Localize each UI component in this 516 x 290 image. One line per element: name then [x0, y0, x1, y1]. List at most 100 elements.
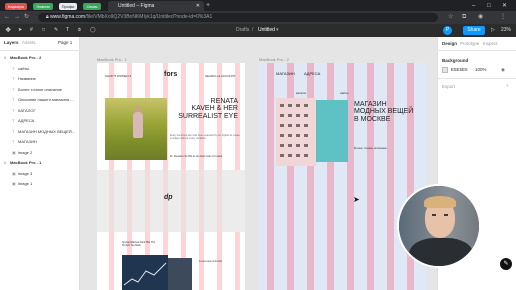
- file-name[interactable]: Untitled: [258, 24, 275, 37]
- extensions-icon[interactable]: ⧉: [462, 13, 466, 22]
- frame1-heading: RENATA KAVEH & HER SURREALIST EYE: [176, 98, 238, 120]
- zoom-level[interactable]: 23%: [501, 24, 511, 37]
- move-tool-icon[interactable]: ➤: [18, 24, 22, 37]
- field-image: [105, 98, 167, 160]
- figma-menu-icon[interactable]: ❖: [5, 24, 11, 37]
- frame-tool-icon[interactable]: #: [30, 24, 33, 37]
- frame1-heading-line-3: SURREALIST EYE: [178, 112, 238, 120]
- frame-label-2[interactable]: MacBook Pro - 2: [259, 57, 289, 62]
- layer-label: МАГАЗИН МОДНЫХ ВЕЩЕЙ...: [18, 128, 76, 134]
- frame4-desc: Более точное описание: [354, 146, 387, 150]
- tab-prototype[interactable]: Prototype: [460, 41, 479, 46]
- layer-item[interactable]: T МАГАЗИН: [12, 139, 37, 144]
- url-path: /file/VMbXo9Q2V3BnNKMIyk1q/Untitled?node…: [85, 14, 213, 20]
- frame1-nav-right: SEARCH ● ACCOUNT: [205, 74, 236, 78]
- layer-item[interactable]: ▣ image 2: [12, 150, 32, 155]
- eye-icon[interactable]: ◉: [501, 67, 505, 73]
- share-button[interactable]: Share: [463, 26, 485, 35]
- bookmark-0[interactable]: Карьера: [5, 3, 27, 10]
- layer-item[interactable]: # MacBook Pro - 2: [4, 55, 41, 60]
- layer-type-icon: #: [4, 55, 7, 60]
- layer-type-icon: T: [12, 128, 15, 134]
- tab-inspect[interactable]: Inspect: [483, 41, 498, 46]
- webcam-overlay: [397, 184, 481, 268]
- breadcrumb-project[interactable]: Drafts: [236, 24, 249, 37]
- layer-item[interactable]: T Более точное описание: [12, 87, 62, 92]
- layer-item[interactable]: T МАГАЗИН МОДНЫХ ВЕЩЕЙ...: [12, 129, 75, 134]
- frame4-heading-line-2: МОДНЫХ ВЕЩЕЙ: [354, 108, 414, 116]
- layer-type-icon: ▣: [12, 149, 16, 155]
- forward-icon[interactable]: →: [14, 13, 20, 22]
- layer-label: Более точное описание: [18, 86, 62, 92]
- star-icon[interactable]: ☆: [448, 13, 453, 22]
- shape-tool-icon[interactable]: □: [42, 24, 45, 37]
- layer-item[interactable]: T АДРЕСА: [12, 118, 34, 123]
- layer-type-icon: T: [12, 86, 15, 92]
- tab-assets[interactable]: Assets: [22, 40, 36, 45]
- text-tool-icon[interactable]: T: [66, 24, 69, 37]
- avatar[interactable]: P: [443, 26, 452, 35]
- add-export-icon[interactable]: +: [506, 83, 509, 88]
- bookmark-3[interactable]: Связь: [83, 3, 101, 10]
- layer-item[interactable]: T Название: [12, 76, 36, 81]
- bg-color-swatch[interactable]: [442, 67, 448, 73]
- back-icon[interactable]: ←: [4, 13, 10, 22]
- layer-type-icon: ▣: [12, 181, 16, 186]
- frame2-logo: dp: [164, 194, 173, 201]
- frame4-nav-shop: МАГАЗИН: [276, 71, 295, 76]
- url-field[interactable]: 🔒︎ www.figma.com/file/VMbXo9Q2V3BnNKMIyk…: [38, 13, 438, 22]
- layer-label: Название: [18, 76, 36, 81]
- layer-label: image 3: [18, 170, 33, 176]
- frame-label-1[interactable]: MacBook Pro - 1: [97, 57, 127, 62]
- layer-type-icon: T: [12, 139, 15, 144]
- tab-layers[interactable]: Layers: [4, 40, 19, 45]
- layer-item[interactable]: # MacBook Pro - 1: [4, 160, 41, 165]
- comment-tool-icon[interactable]: ◯: [90, 24, 96, 37]
- layer-item[interactable]: Tсайты: [12, 66, 29, 71]
- chart-image: [122, 255, 168, 290]
- layer-label: АДРЕСА: [18, 118, 35, 123]
- layer-item[interactable]: T КАТАЛОГ: [12, 108, 36, 113]
- tab-design[interactable]: Design: [442, 41, 457, 46]
- maximize-icon[interactable]: □: [487, 1, 491, 11]
- chevron-down-icon[interactable]: ▾: [276, 24, 279, 37]
- layer-type-icon: ▣: [12, 170, 16, 176]
- profile-icon[interactable]: ◉: [478, 13, 483, 22]
- browser-tab[interactable]: Untitled – Figma ✕: [108, 1, 204, 11]
- layer-label: image 2: [18, 149, 33, 155]
- pen-tool-icon[interactable]: ✎: [54, 24, 58, 37]
- play-icon[interactable]: ▷: [491, 24, 495, 37]
- people-image: [168, 258, 192, 290]
- layer-item[interactable]: T Описание нашего магазина ...: [12, 97, 74, 102]
- frame4-heading: МАГАЗИН МОДНЫХ ВЕЩЕЙ В МОСКВЕ: [354, 101, 413, 123]
- frame4-nav-addresses: АДРЕСА: [304, 71, 321, 76]
- minimize-icon[interactable]: –: [472, 1, 475, 11]
- breadcrumb-separator: /: [252, 27, 254, 33]
- chat-bubble-icon[interactable]: ✎: [500, 258, 512, 270]
- page-selector[interactable]: Page 1: [58, 40, 72, 45]
- close-tab-icon[interactable]: ✕: [196, 1, 200, 11]
- layer-item[interactable]: ▣ image 1: [12, 181, 32, 186]
- layer-label: MacBook Pro - 1: [10, 160, 42, 165]
- reload-icon[interactable]: ↻: [24, 13, 29, 22]
- rpanel-divider-2: [437, 78, 516, 79]
- new-tab-icon[interactable]: +: [206, 1, 210, 11]
- bg-opacity-input[interactable]: 100%: [475, 67, 487, 72]
- menu-icon[interactable]: ⋮: [500, 13, 506, 22]
- bookmark-2[interactable]: Профи: [59, 3, 77, 10]
- layer-item[interactable]: ▣ image 3: [12, 171, 32, 176]
- frame1-caption: Dr. Renata's GLOW as the Dark side of Cr…: [170, 155, 223, 158]
- layer-label: МАГАЗИН: [18, 139, 37, 144]
- frame-grey[interactable]: [97, 170, 245, 232]
- bg-hex-input[interactable]: E5E5E5: [451, 67, 468, 72]
- frame1-heading-line-1: RENATA: [210, 98, 238, 105]
- bookmark-1[interactable]: Знания: [33, 3, 53, 10]
- teal-block: [316, 100, 348, 162]
- mouse-cursor-icon: ➤: [353, 195, 360, 204]
- close-window-icon[interactable]: ✕: [502, 1, 507, 11]
- frame1-nav-left: SHOP ♥ WOMEN ▾: [105, 74, 132, 78]
- frame3-title: Spotted Ribbed Tank Hits The Perfect Tee…: [122, 241, 156, 247]
- hand-tool-icon[interactable]: ✋︎: [78, 24, 81, 37]
- layer-label: сайты: [18, 65, 30, 71]
- layer-type-icon: T: [12, 65, 15, 71]
